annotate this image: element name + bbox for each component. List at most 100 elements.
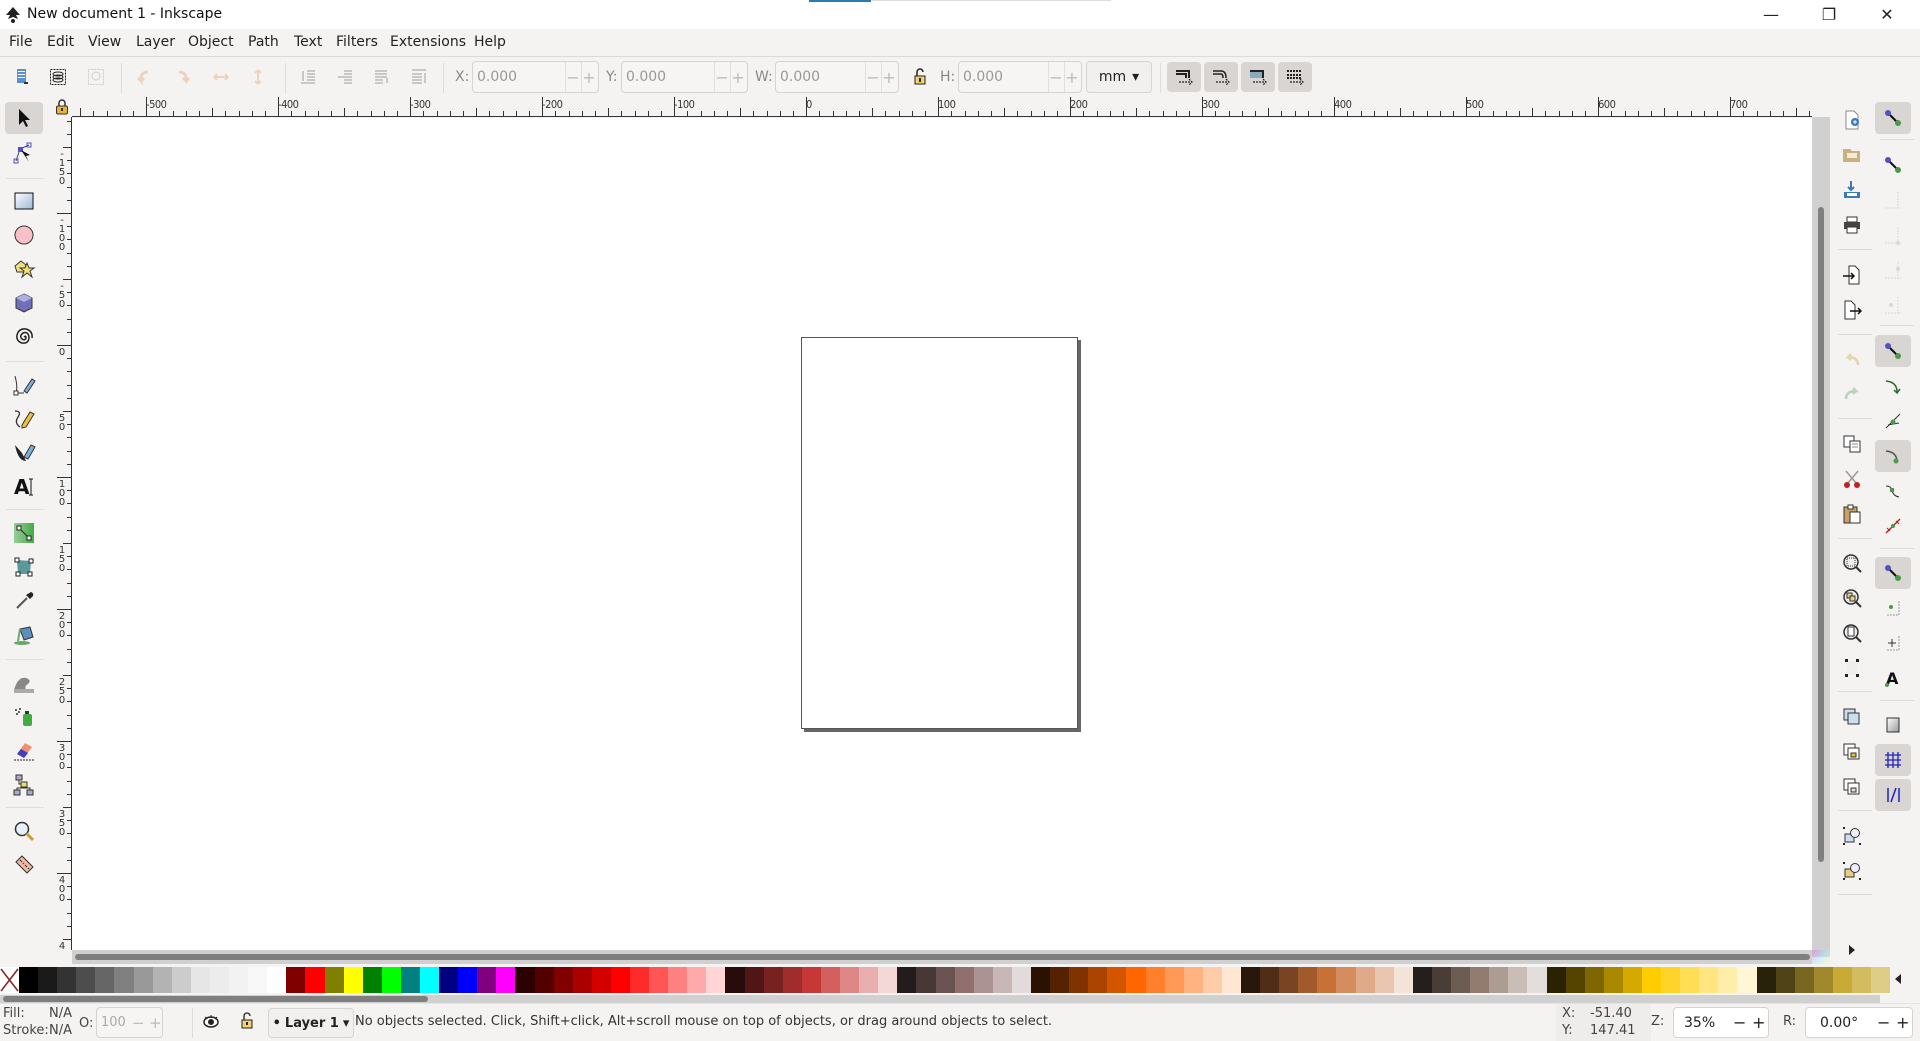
- palette-scrollbar[interactable]: [0, 995, 1880, 1003]
- color-swatch[interactable]: [1489, 967, 1509, 993]
- layer-lock-icon[interactable]: [240, 1012, 254, 1034]
- flip-vertical-icon[interactable]: [247, 66, 269, 88]
- import-icon[interactable]: [1839, 262, 1865, 288]
- color-swatch[interactable]: [859, 967, 879, 993]
- color-swatch[interactable]: [1451, 967, 1471, 993]
- color-swatch[interactable]: [1756, 967, 1776, 993]
- snap-bbox-corners-toggle[interactable]: [1875, 219, 1911, 251]
- opacity-input[interactable]: 100 − +: [96, 1007, 163, 1038]
- color-swatch[interactable]: [897, 967, 917, 993]
- w-decrement[interactable]: −: [866, 68, 880, 87]
- snap-path-intersections-toggle[interactable]: [1875, 405, 1911, 437]
- color-swatch[interactable]: [1126, 967, 1146, 993]
- color-swatch[interactable]: [439, 967, 459, 993]
- snap-page-border-toggle[interactable]: [1875, 709, 1911, 741]
- snap-text-baseline-toggle[interactable]: A: [1875, 662, 1911, 694]
- rotation-increment[interactable]: +: [1896, 1013, 1909, 1032]
- pencil-tool[interactable]: [5, 403, 43, 435]
- redo-icon[interactable]: [1839, 381, 1865, 407]
- snap-grids-toggle[interactable]: [1875, 744, 1911, 776]
- color-swatch[interactable]: [152, 967, 172, 993]
- current-layer-dropdown[interactable]: • Layer 1 ▾: [268, 1008, 354, 1038]
- zoom-value[interactable]: 35%: [1684, 1015, 1715, 1031]
- color-swatch[interactable]: [1355, 967, 1375, 993]
- color-swatch[interactable]: [1508, 967, 1528, 993]
- color-swatch[interactable]: [954, 967, 974, 993]
- color-swatch[interactable]: [630, 967, 650, 993]
- color-swatch[interactable]: [801, 967, 821, 993]
- new-document-icon[interactable]: [1839, 107, 1865, 133]
- rotate-cw-icon[interactable]: [172, 66, 194, 88]
- color-swatch[interactable]: [1852, 967, 1872, 993]
- scale-corners-toggle[interactable]: [1204, 62, 1238, 92]
- vertical-ruler[interactable]: -150 -100 -50 0 50 100 150 200 250 300 350 400 450: [57, 117, 72, 950]
- color-swatch[interactable]: [267, 967, 287, 993]
- color-swatch[interactable]: [496, 967, 516, 993]
- color-swatch[interactable]: [992, 967, 1012, 993]
- rotate-ccw-icon[interactable]: [133, 66, 155, 88]
- color-swatch[interactable]: [515, 967, 535, 993]
- color-swatch[interactable]: [572, 967, 592, 993]
- unlink-clone-icon[interactable]: [1839, 774, 1865, 800]
- text-tool[interactable]: A: [5, 471, 43, 503]
- color-swatch[interactable]: [1279, 967, 1299, 993]
- lower-icon[interactable]: [334, 66, 356, 88]
- h-value[interactable]: 0.000: [963, 69, 1003, 85]
- color-swatch[interactable]: [1584, 967, 1604, 993]
- ruler-lock-icon[interactable]: [55, 99, 69, 115]
- snap-guides-toggle[interactable]: [1875, 779, 1911, 811]
- paint-bucket-tool[interactable]: [5, 619, 43, 651]
- color-swatch[interactable]: [1832, 967, 1852, 993]
- color-swatch[interactable]: [190, 967, 210, 993]
- flip-horizontal-icon[interactable]: [210, 66, 232, 88]
- paste-icon[interactable]: [1839, 501, 1865, 527]
- color-swatch[interactable]: [1336, 967, 1356, 993]
- 3d-box-tool[interactable]: [5, 287, 43, 319]
- color-swatch[interactable]: [381, 967, 401, 993]
- w-increment[interactable]: +: [882, 68, 896, 87]
- close-button[interactable]: ✕: [1858, 0, 1916, 29]
- color-swatch[interactable]: [362, 967, 382, 993]
- color-swatch[interactable]: [1661, 967, 1681, 993]
- w-value[interactable]: 0.000: [780, 69, 820, 85]
- deselect-icon[interactable]: [85, 66, 107, 88]
- snap-smooth-nodes-toggle[interactable]: [1875, 475, 1911, 507]
- snap-rotation-centers-toggle[interactable]: [1875, 627, 1911, 659]
- color-swatch[interactable]: [1794, 967, 1814, 993]
- color-swatch[interactable]: [1030, 967, 1051, 993]
- color-swatch[interactable]: [1069, 967, 1089, 993]
- unit-dropdown[interactable]: mm ▾: [1086, 61, 1152, 93]
- drawing-canvas[interactable]: [72, 118, 1812, 950]
- menu-text[interactable]: Text: [294, 34, 322, 50]
- color-swatch[interactable]: [840, 967, 860, 993]
- snap-others-toggle[interactable]: [1875, 557, 1911, 589]
- color-swatch[interactable]: [1718, 967, 1738, 993]
- print-icon[interactable]: [1839, 212, 1865, 238]
- x-value[interactable]: 0.000: [477, 69, 517, 85]
- transform-gradients-toggle[interactable]: [1241, 62, 1275, 92]
- color-swatch[interactable]: [1641, 967, 1662, 993]
- color-swatch[interactable]: [1813, 967, 1833, 993]
- color-swatch[interactable]: [1699, 967, 1719, 993]
- color-swatch[interactable]: [19, 967, 39, 993]
- mesh-tool[interactable]: [5, 551, 43, 583]
- connector-tool[interactable]: [5, 769, 43, 801]
- color-swatch[interactable]: [1298, 967, 1318, 993]
- rectangle-tool[interactable]: [5, 185, 43, 217]
- ellipse-tool[interactable]: [5, 219, 43, 251]
- color-swatch[interactable]: [1431, 967, 1452, 993]
- h-input[interactable]: 0.000 − +: [958, 61, 1082, 93]
- color-swatch[interactable]: [668, 967, 688, 993]
- gradient-tool[interactable]: [5, 517, 43, 549]
- color-swatch[interactable]: [878, 967, 898, 993]
- y-value[interactable]: 0.000: [626, 69, 666, 85]
- menu-view[interactable]: View: [88, 34, 121, 50]
- zoom-page-width-icon[interactable]: [1839, 655, 1865, 681]
- color-swatch[interactable]: [458, 967, 478, 993]
- menu-edit[interactable]: Edit: [47, 34, 74, 50]
- color-swatch[interactable]: [763, 967, 783, 993]
- rotation-input[interactable]: 0.00° − +: [1805, 1007, 1913, 1038]
- palette-menu-icon[interactable]: [1893, 973, 1903, 989]
- color-swatch[interactable]: [400, 967, 420, 993]
- zoom-out-button[interactable]: −: [1733, 1013, 1746, 1032]
